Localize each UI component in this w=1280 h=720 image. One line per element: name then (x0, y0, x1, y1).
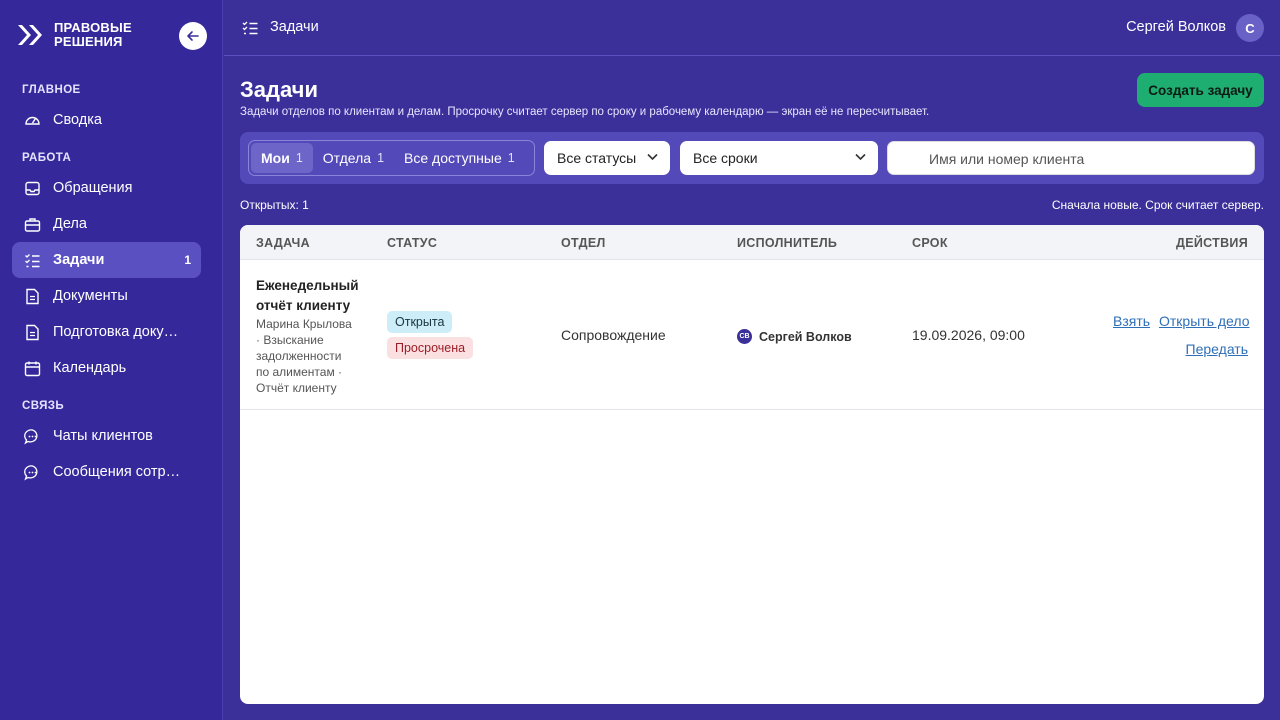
status-select[interactable]: Все статусы (544, 141, 670, 175)
scope-tab-label: Все доступные (404, 150, 502, 166)
assignee-name: Сергей Волков (759, 329, 852, 344)
task-deadline: 19.09.2026, 09:00 (912, 327, 1025, 343)
sidebar-item-staff-messages[interactable]: Сообщения сотр… (12, 454, 201, 490)
tasks-icon (25, 253, 40, 267)
arrow-left-icon (187, 31, 199, 41)
chat-icon (24, 428, 38, 444)
sidebar-item-document-prep[interactable]: Подготовка доку… (12, 314, 201, 350)
sort-note: Сначала новые. Срок считает сервер. (1051, 198, 1264, 212)
nav-section-main: ГЛАВНОЕ (22, 84, 81, 96)
task-title[interactable]: Еженедельный отчёт клиенту (256, 276, 366, 316)
sidebar-item-cases[interactable]: Дела (12, 206, 201, 242)
page-subtitle: Задачи отделов по клиентам и делам. Прос… (240, 106, 930, 118)
document-prep-icon (26, 324, 39, 340)
sidebar-item-label: Документы (53, 288, 128, 304)
sidebar-item-label: Дела (53, 216, 87, 232)
sidebar-item-label: Календарь (53, 360, 127, 376)
create-task-button[interactable]: Создать задачу (1137, 73, 1264, 107)
sidebar-item-label: Подготовка доку… (53, 324, 179, 340)
column-header-task[interactable]: ЗАДАЧА (256, 236, 310, 250)
status-select-value: Все статусы (557, 150, 637, 166)
table-row[interactable]: Еженедельный отчёт клиенту Марина Крылов… (240, 261, 1264, 410)
scope-tab-label: Мои (261, 150, 290, 166)
scope-tab-count: 1 (295, 151, 303, 165)
chat-icon (24, 464, 38, 480)
search-placeholder: Имя или номер клиента (929, 151, 1085, 167)
briefcase-icon (24, 217, 41, 232)
brand[interactable]: ПРАВОВЫЕ РЕШЕНИЯ (16, 20, 154, 50)
tasks-table: ЗАДАЧА СТАТУС ОТДЕЛ ИСПОЛНИТЕЛЬ СРОК ДЕЙ… (240, 225, 1264, 704)
tasks-icon (242, 21, 258, 35)
column-header-assignee[interactable]: ИСПОЛНИТЕЛЬ (737, 236, 837, 250)
scope-switcher: Мои 1 Отдела 1 Все доступные 1 (248, 140, 535, 176)
scope-tab-all[interactable]: Все доступные 1 (394, 143, 525, 173)
nav-section-work: РАБОТА (22, 152, 72, 164)
sidebar-item-client-chats[interactable]: Чаты клиентов (12, 418, 201, 454)
sidebar-item-documents[interactable]: Документы (12, 278, 201, 314)
sidebar: ПРАВОВЫЕ РЕШЕНИЯ ГЛАВНОЕ Сводка РАБОТА О… (0, 0, 223, 720)
sidebar-item-requests[interactable]: Обращения (12, 170, 201, 206)
brand-line-1: ПРАВОВЫЕ (54, 20, 132, 35)
sidebar-item-calendar[interactable]: Календарь (12, 350, 201, 386)
user-name[interactable]: Сергей Волков (1126, 19, 1226, 35)
filter-bar: Мои 1 Отдела 1 Все доступные 1 Все стату… (240, 132, 1264, 184)
nav-section-comm: СВЯЗЬ (22, 400, 65, 412)
avatar[interactable]: С (1236, 14, 1264, 42)
logo-icon (18, 25, 42, 45)
sidebar-item-label: Задачи (53, 252, 105, 268)
collapse-sidebar-button[interactable] (179, 22, 207, 50)
client-search-input[interactable]: Имя или номер клиента (887, 141, 1255, 175)
chevron-down-icon (855, 153, 866, 161)
scope-tab-count: 1 (377, 151, 385, 165)
column-header-department[interactable]: ОТДЕЛ (561, 236, 606, 250)
scope-tab-count: 1 (507, 151, 515, 165)
sidebar-item-tasks[interactable]: Задачи 1 (12, 242, 201, 278)
gauge-icon (25, 116, 40, 125)
brand-line-2: РЕШЕНИЯ (54, 34, 123, 49)
scope-tab-department[interactable]: Отдела 1 (313, 143, 394, 173)
transfer-task-link[interactable]: Передать (1186, 341, 1248, 357)
document-icon (26, 288, 39, 304)
chevron-down-icon (647, 153, 658, 161)
deadline-select-value: Все сроки (693, 150, 758, 166)
top-bar: Задачи Сергей Волков С (224, 0, 1280, 56)
table-header: ЗАДАЧА СТАТУС ОТДЕЛ ИСПОЛНИТЕЛЬ СРОК ДЕЙ… (240, 225, 1264, 260)
inbox-icon (25, 181, 40, 195)
page-title: Задачи (240, 77, 318, 102)
breadcrumb-title: Задачи (270, 19, 319, 35)
status-badge-open: Открыта (387, 311, 453, 333)
task-meta: Марина Крылова · Взыскание задолженности… (256, 317, 352, 395)
tasks-count-badge: 1 (184, 253, 191, 267)
deadline-select[interactable]: Все сроки (680, 141, 878, 175)
take-task-link[interactable]: Взять (1113, 313, 1150, 329)
sidebar-item-summary[interactable]: Сводка (12, 102, 201, 138)
sidebar-item-label: Сообщения сотр… (53, 464, 181, 480)
column-header-deadline[interactable]: СРОК (912, 236, 948, 250)
column-header-actions: ДЕЙСТВИЯ (1176, 236, 1248, 250)
sidebar-item-label: Сводка (53, 112, 102, 128)
column-header-status[interactable]: СТАТУС (387, 236, 437, 250)
task-department: Сопровождение (561, 327, 666, 343)
open-count: Открытых: 1 (240, 198, 309, 212)
brand-name: ПРАВОВЫЕ РЕШЕНИЯ (54, 21, 154, 49)
sidebar-item-label: Чаты клиентов (53, 428, 153, 444)
scope-tab-mine[interactable]: Мои 1 (251, 143, 313, 173)
calendar-icon (24, 361, 41, 376)
open-case-link[interactable]: Открыть дело (1159, 313, 1249, 329)
status-badge-overdue: Просрочена (387, 337, 474, 359)
sidebar-item-label: Обращения (53, 180, 133, 196)
assignee-avatar: СВ (737, 329, 752, 344)
task-assignee: СВ Сергей Волков (737, 329, 852, 344)
scope-tab-label: Отдела (322, 150, 372, 166)
